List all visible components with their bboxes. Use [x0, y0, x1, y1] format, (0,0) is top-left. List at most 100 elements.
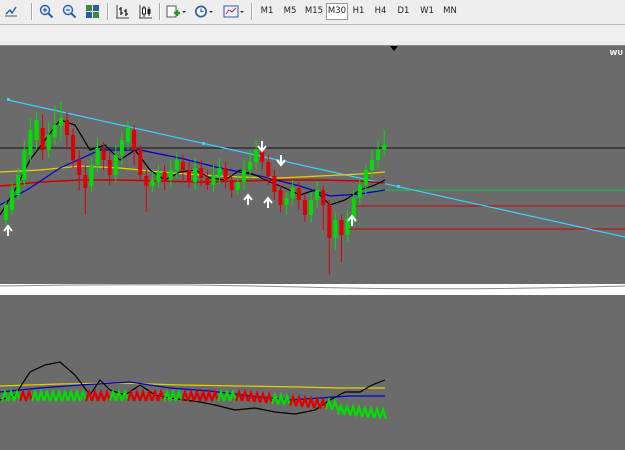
- candle-body: [89, 165, 94, 186]
- candle-body: [156, 172, 161, 182]
- buy-arrow: [3, 224, 13, 236]
- histogram-mark: [210, 388, 220, 402]
- candle-body: [302, 200, 307, 215]
- histogram-mark: [192, 388, 202, 402]
- candle-body: [315, 190, 320, 200]
- trendline-anchor-mid: [202, 142, 205, 145]
- histogram-mark: [0, 388, 10, 402]
- candle-body: [168, 170, 173, 180]
- histogram-mark: [144, 388, 154, 402]
- histogram-mark: [138, 388, 148, 402]
- histogram-mark: [18, 388, 28, 402]
- candle-body: [272, 176, 277, 192]
- candle-body: [46, 135, 51, 150]
- candle-body: [180, 162, 185, 170]
- histogram-mark: [168, 388, 178, 402]
- candle-body: [58, 118, 63, 126]
- candle-body: [52, 125, 57, 138]
- candle-body: [217, 168, 222, 176]
- candle-body: [187, 170, 191, 182]
- histogram-mark: [258, 390, 268, 404]
- histogram-mark: [330, 397, 340, 411]
- candle-body: [241, 170, 246, 182]
- candle-body: [65, 120, 69, 135]
- histogram-mark: [240, 388, 250, 402]
- histogram-mark: [282, 392, 292, 406]
- candle-body: [34, 120, 39, 140]
- candle-body: [199, 168, 204, 178]
- sell-arrow: [276, 155, 286, 167]
- candle-body: [119, 140, 124, 155]
- ma-fast-black: [0, 119, 386, 216]
- candle-body: [327, 205, 332, 238]
- signal-arrows: [3, 141, 357, 236]
- candle-body: [132, 130, 137, 150]
- histogram-mark: [216, 388, 226, 402]
- candle-body: [162, 172, 167, 180]
- candle-body: [28, 130, 33, 155]
- candle-body: [22, 150, 27, 180]
- histogram-mark: [108, 388, 118, 402]
- candle-body: [95, 148, 100, 165]
- candle-body: [40, 128, 45, 150]
- histogram-mark: [270, 391, 280, 405]
- candle-body: [16, 175, 21, 195]
- histogram-mark: [288, 393, 298, 407]
- histogram-mark: [204, 388, 214, 402]
- indicator-window-separator: [0, 284, 625, 295]
- histogram-mark: [336, 402, 346, 415]
- ma-slow-yellow: [0, 165, 386, 179]
- candle-body: [309, 200, 313, 215]
- candle-body: [266, 162, 271, 176]
- candlesticks: [4, 102, 387, 275]
- candle-body: [193, 168, 198, 182]
- trendline-anchor-start: [7, 98, 10, 101]
- candle-body: [150, 180, 155, 186]
- histogram-mark: [378, 406, 388, 420]
- candle-body: [376, 150, 381, 160]
- histogram-mark: [372, 405, 382, 419]
- histogram-mark: [54, 388, 64, 402]
- histogram-mark: [348, 403, 358, 417]
- histogram-mark: [132, 388, 142, 402]
- trendline-anchor-end: [397, 185, 400, 188]
- histogram-mark: [66, 388, 76, 402]
- candle-body: [284, 198, 289, 205]
- candle-body: [290, 188, 295, 198]
- sell-arrow: [257, 141, 267, 153]
- candle-body: [174, 160, 179, 170]
- histogram-mark: [366, 405, 376, 418]
- price-chart[interactable]: [0, 0, 625, 450]
- histogram-mark: [246, 389, 256, 402]
- candle-body: [211, 175, 216, 185]
- ma-red: [0, 179, 386, 187]
- histogram-mark: [42, 388, 52, 402]
- candle-body: [144, 176, 149, 186]
- histogram-mark: [36, 388, 46, 402]
- histogram-mark: [162, 388, 172, 402]
- candle-body: [254, 150, 259, 162]
- histogram-mark: [90, 388, 100, 402]
- histogram-mark: [234, 388, 244, 402]
- candle-body: [10, 190, 15, 210]
- histogram-mark: [72, 388, 82, 402]
- candle-body: [138, 150, 143, 175]
- histogram-mark: [24, 388, 34, 402]
- candle-body: [235, 182, 240, 190]
- candle-body: [101, 150, 106, 160]
- candle-body: [321, 190, 326, 205]
- candle-body: [339, 220, 344, 235]
- candle-body: [363, 170, 368, 185]
- histogram-mark: [354, 403, 364, 417]
- indicator-histogram: [0, 388, 388, 420]
- candle-body: [71, 135, 76, 160]
- histogram-mark: [276, 392, 286, 405]
- buy-arrow: [243, 193, 253, 205]
- candle-body: [333, 220, 338, 238]
- histogram-mark: [186, 388, 196, 402]
- candle-body: [83, 175, 88, 188]
- histogram-mark: [102, 388, 112, 402]
- candle-body: [126, 128, 130, 142]
- candle-body: [229, 180, 234, 190]
- ma-medium-blue: [0, 149, 386, 206]
